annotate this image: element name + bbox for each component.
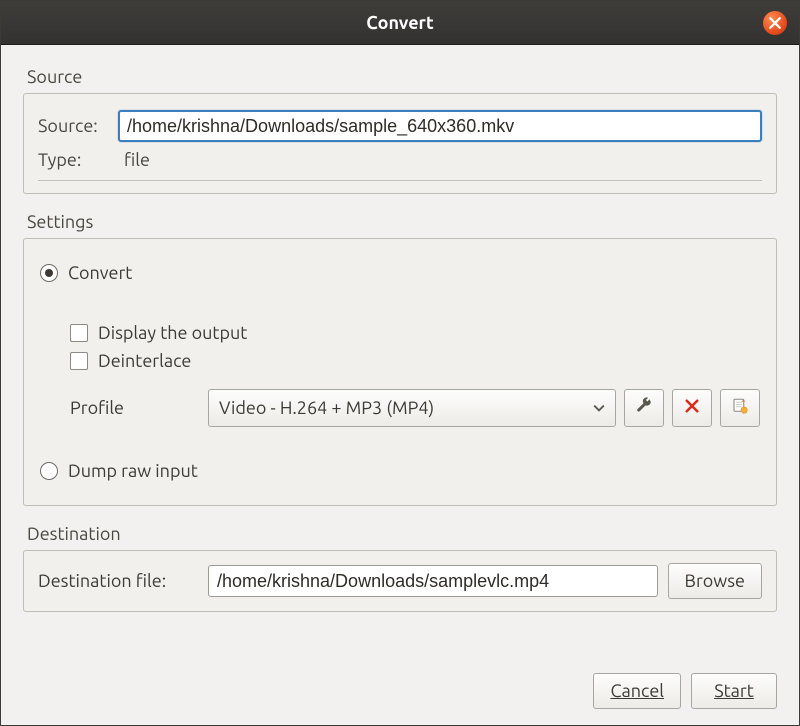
cancel-button-label: Cancel <box>610 681 664 701</box>
profile-selected-value: Video - H.264 + MP3 (MP4) <box>219 398 434 418</box>
display-output-row[interactable]: Display the output <box>70 323 760 343</box>
browse-button[interactable]: Browse <box>668 563 762 599</box>
window-title: Convert <box>366 13 433 33</box>
dump-raw-radio[interactable] <box>40 462 58 480</box>
source-label: Source: <box>38 116 118 136</box>
start-button-text: Start <box>714 681 754 701</box>
new-profile-icon <box>731 397 749 419</box>
deinterlace-checkbox[interactable] <box>70 352 88 370</box>
new-profile-button[interactable] <box>720 389 760 427</box>
convert-radio[interactable] <box>40 264 58 282</box>
settings-section-label: Settings <box>27 212 777 232</box>
type-value: file <box>118 146 156 174</box>
source-input[interactable] <box>118 110 762 142</box>
convert-radio-label: Convert <box>68 263 132 283</box>
start-button-label: Start <box>714 681 754 701</box>
source-group: Source: Type: file <box>23 93 777 194</box>
deinterlace-label: Deinterlace <box>98 351 191 371</box>
wrench-icon <box>635 397 653 419</box>
display-output-label: Display the output <box>98 323 247 343</box>
source-group-divider <box>38 180 762 181</box>
cancel-button-text: Cancel <box>610 681 664 701</box>
close-icon <box>769 13 781 33</box>
destination-group: Destination file: Browse <box>23 550 777 612</box>
close-button[interactable] <box>763 11 787 35</box>
settings-group: Convert Display the output Deinterlace P… <box>23 238 777 506</box>
display-output-checkbox[interactable] <box>70 324 88 342</box>
dump-raw-radio-label: Dump raw input <box>68 461 198 481</box>
destination-file-input[interactable] <box>208 565 658 597</box>
chevron-down-icon <box>593 398 605 418</box>
type-label: Type: <box>38 150 118 170</box>
dialog-content: Source Source: Type: file Settings Conve… <box>1 45 799 669</box>
delete-x-icon <box>683 397 701 419</box>
dump-raw-radio-row[interactable]: Dump raw input <box>40 461 760 481</box>
profile-label: Profile <box>70 398 200 418</box>
destination-file-label: Destination file: <box>38 571 198 591</box>
cancel-button[interactable]: Cancel <box>593 673 681 709</box>
delete-profile-button[interactable] <box>672 389 712 427</box>
titlebar: Convert <box>1 1 799 45</box>
deinterlace-row[interactable]: Deinterlace <box>70 351 760 371</box>
destination-section-label: Destination <box>27 524 777 544</box>
edit-profile-button[interactable] <box>624 389 664 427</box>
start-button[interactable]: Start <box>691 673 777 709</box>
profile-combobox[interactable]: Video - H.264 + MP3 (MP4) <box>208 389 616 427</box>
convert-dialog: Convert Source Source: Type: file Settin… <box>0 0 800 726</box>
convert-radio-row[interactable]: Convert <box>40 263 760 283</box>
dialog-footer: Cancel Start <box>1 669 799 725</box>
browse-button-label: Browse <box>685 571 745 591</box>
source-section-label: Source <box>27 67 777 87</box>
